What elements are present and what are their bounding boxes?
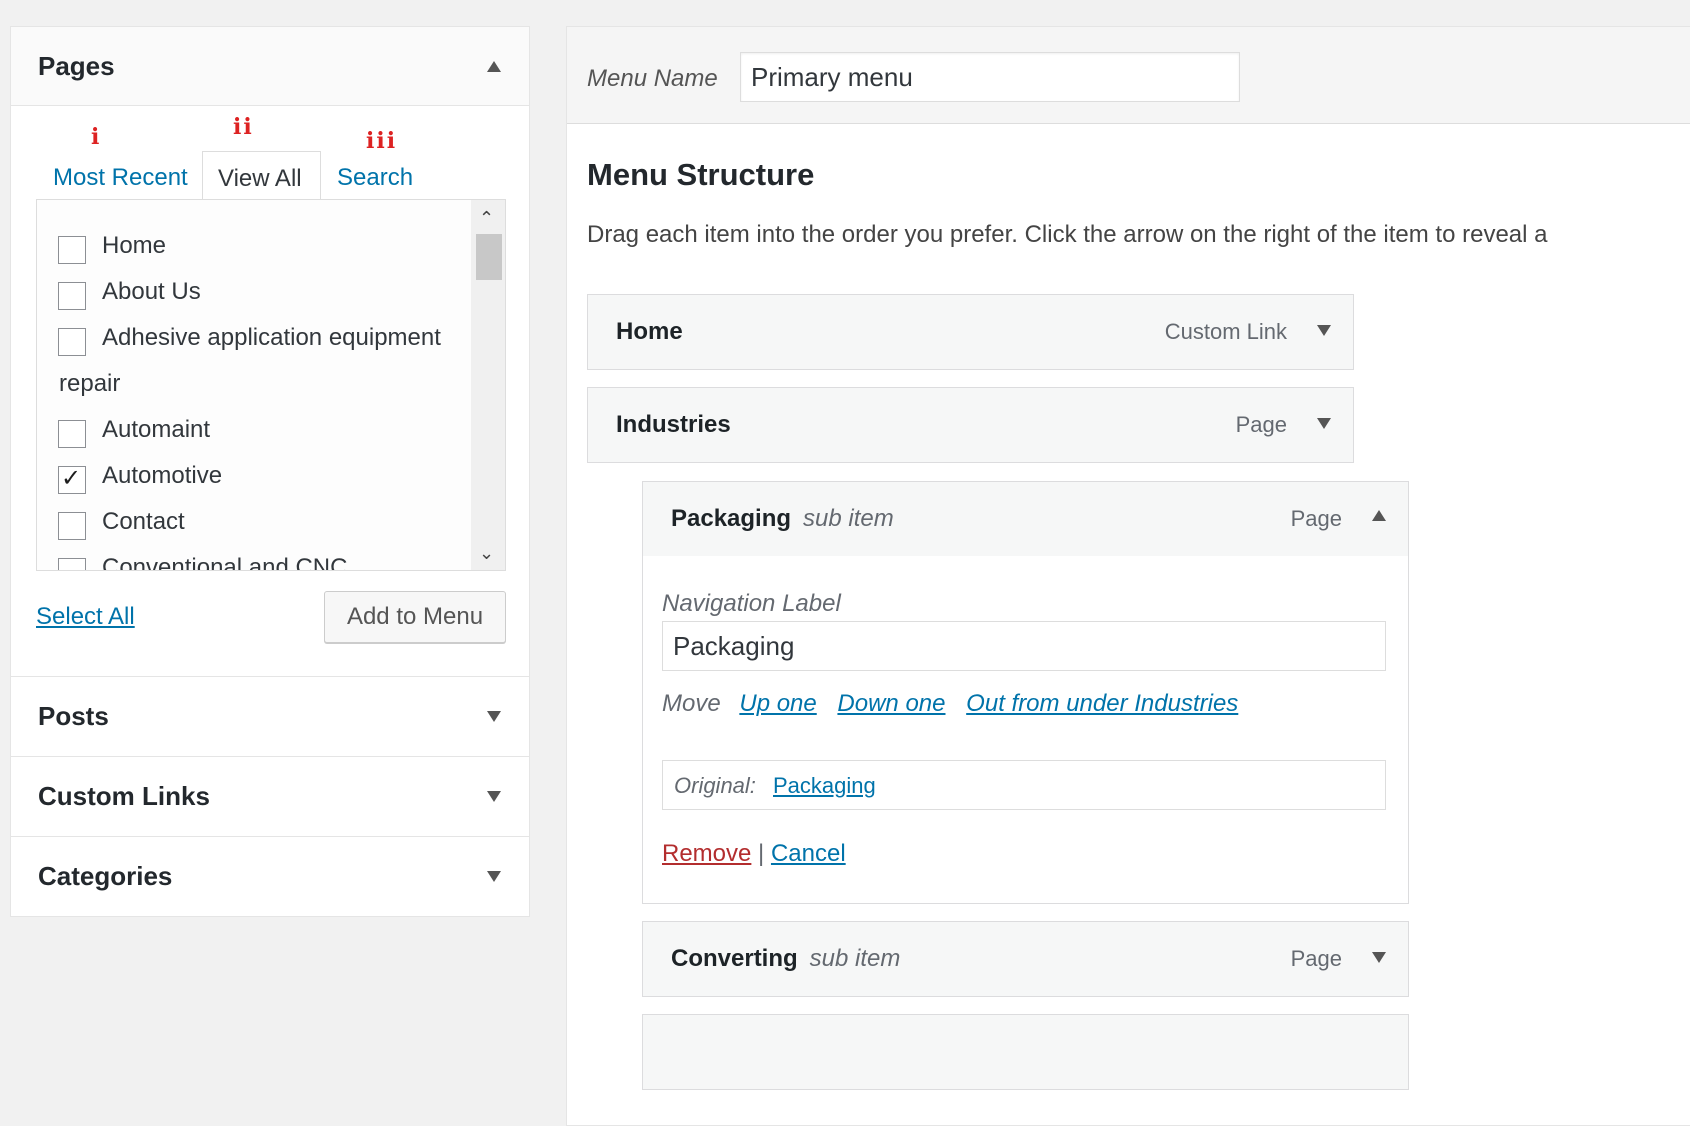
page-item-automotive[interactable]: Automotive xyxy=(37,452,472,498)
original-link-box: Original: Packaging xyxy=(662,760,1386,810)
page-item-about-us[interactable]: About Us xyxy=(37,268,472,314)
menu-item-settings: Navigation Label Move Up one Down one Ou… xyxy=(642,556,1409,904)
menu-item-industries[interactable]: Industries Page xyxy=(587,387,1354,463)
cancel-link[interactable]: Cancel xyxy=(771,840,846,867)
menu-item-title: Packaging sub item xyxy=(671,482,894,556)
move-up-one-link[interactable]: Up one xyxy=(739,690,816,717)
expand-arrow-icon[interactable] xyxy=(1317,325,1331,336)
categories-section-header[interactable]: Categories xyxy=(11,837,529,916)
tab-search[interactable]: Search xyxy=(337,164,413,192)
menu-item-type: Page xyxy=(1290,946,1342,971)
select-all-link[interactable]: Select All xyxy=(36,603,135,631)
page-item-adhesive-wrap: repair xyxy=(37,360,472,406)
chevron-down-icon[interactable]: ⌄ xyxy=(479,543,494,564)
menu-item-next[interactable] xyxy=(642,1014,1409,1090)
move-label: Move xyxy=(662,690,721,717)
annotation-mark-1: i xyxy=(91,124,102,150)
expand-arrow-icon[interactable] xyxy=(1372,952,1386,963)
page-checkbox[interactable] xyxy=(58,282,86,310)
remove-link[interactable]: Remove xyxy=(662,840,751,867)
page-item-home[interactable]: Home xyxy=(37,222,472,268)
move-out-from-under-link[interactable]: Out from under Industries xyxy=(966,690,1238,717)
menu-name-label: Menu Name xyxy=(587,65,718,92)
page-checkbox[interactable] xyxy=(58,558,86,570)
custom-links-section-title: Custom Links xyxy=(38,781,210,811)
categories-section-title: Categories xyxy=(38,861,173,891)
page-checkbox[interactable] xyxy=(58,328,86,356)
page-item-adhesive[interactable]: Adhesive application equipment xyxy=(37,314,472,360)
page-checkbox[interactable] xyxy=(58,420,86,448)
page-label: Conventional and CNC xyxy=(102,554,348,571)
expand-arrow-icon[interactable] xyxy=(1317,418,1331,429)
page-item-conventional[interactable]: Conventional and CNC xyxy=(37,544,472,571)
checklist-scrollbar[interactable]: ⌃ ⌄ xyxy=(471,200,505,570)
page-item-automaint[interactable]: Automaint xyxy=(37,406,472,452)
expand-arrow-icon[interactable] xyxy=(487,711,501,722)
page-label-continuation: repair xyxy=(59,370,121,397)
move-controls: Move Up one Down one Out from under Indu… xyxy=(662,690,1252,718)
original-label: Original: xyxy=(674,773,756,798)
menu-item-title: Industries xyxy=(616,411,731,438)
menu-name-input[interactable] xyxy=(740,52,1240,102)
page-item-contact[interactable]: Contact xyxy=(37,498,472,544)
collapse-arrow-icon[interactable] xyxy=(1372,510,1386,521)
menu-items-accordion: Pages i ii iii Most Recent View All Sear… xyxy=(10,26,530,917)
page-label: Adhesive application equipment xyxy=(102,324,441,351)
expand-arrow-icon[interactable] xyxy=(487,871,501,882)
sub-item-tag: sub item xyxy=(803,505,894,532)
annotation-mark-3: iii xyxy=(366,128,398,154)
expand-arrow-icon[interactable] xyxy=(487,791,501,802)
chevron-up-icon[interactable]: ⌃ xyxy=(479,208,494,229)
pages-checklist: Home About Us Adhesive application equip… xyxy=(37,222,472,571)
menu-structure-description: Drag each item into the order you prefer… xyxy=(587,221,1548,248)
pages-section-title: Pages xyxy=(38,51,115,81)
page-label: Home xyxy=(102,232,167,259)
collapse-arrow-icon[interactable] xyxy=(487,61,501,72)
item-actions: Remove | Cancel xyxy=(662,840,846,868)
navigation-label-caption: Navigation Label xyxy=(662,590,841,617)
annotation-mark-2: ii xyxy=(233,114,254,140)
sub-item-tag: sub item xyxy=(809,945,901,972)
navigation-label-input[interactable] xyxy=(662,621,1386,671)
tab-most-recent[interactable]: Most Recent xyxy=(53,164,188,192)
add-to-menu-button[interactable]: Add to Menu xyxy=(324,591,506,643)
pages-section-header[interactable]: Pages xyxy=(11,27,529,106)
menu-item-title: Home xyxy=(616,318,683,345)
original-page-link[interactable]: Packaging xyxy=(773,773,876,799)
menu-structure-title: Menu Structure xyxy=(587,157,815,192)
tab-view-all[interactable]: View All xyxy=(202,151,321,200)
menu-item-title: Converting sub item xyxy=(671,922,900,996)
page-checkbox[interactable] xyxy=(58,512,86,540)
custom-links-section-header[interactable]: Custom Links xyxy=(11,757,529,837)
page-label: Automaint xyxy=(102,416,211,443)
menu-name-bar: Menu Name xyxy=(567,27,1690,124)
menu-item-converting[interactable]: Converting sub item Page xyxy=(642,921,1409,997)
page-label: Automotive xyxy=(102,462,223,489)
scrollbar-thumb[interactable] xyxy=(476,234,502,280)
menu-item-home[interactable]: Home Custom Link xyxy=(587,294,1354,370)
menu-item-type: Custom Link xyxy=(1164,319,1287,344)
page-label: About Us xyxy=(102,278,201,305)
menu-item-packaging[interactable]: Packaging sub item Page xyxy=(642,481,1409,557)
move-down-one-link[interactable]: Down one xyxy=(837,690,945,717)
pages-section-body: i ii iii Most Recent View All Search Hom… xyxy=(11,106,529,677)
pages-checklist-panel: Home About Us Adhesive application equip… xyxy=(36,199,506,571)
page-label: Contact xyxy=(102,508,185,535)
menu-item-type: Page xyxy=(1235,412,1287,437)
menu-item-title-text: Converting xyxy=(671,945,798,972)
posts-section-title: Posts xyxy=(38,701,109,731)
menu-item-type: Page xyxy=(1290,506,1342,531)
menu-editor-panel: Menu Name Menu Structure Drag each item … xyxy=(566,26,1690,1126)
page-checkbox[interactable] xyxy=(58,236,86,264)
page-checkbox-checked[interactable] xyxy=(58,464,86,494)
menu-item-title-text: Packaging xyxy=(671,505,792,532)
posts-section-header[interactable]: Posts xyxy=(11,677,529,757)
action-separator: | xyxy=(758,840,765,867)
